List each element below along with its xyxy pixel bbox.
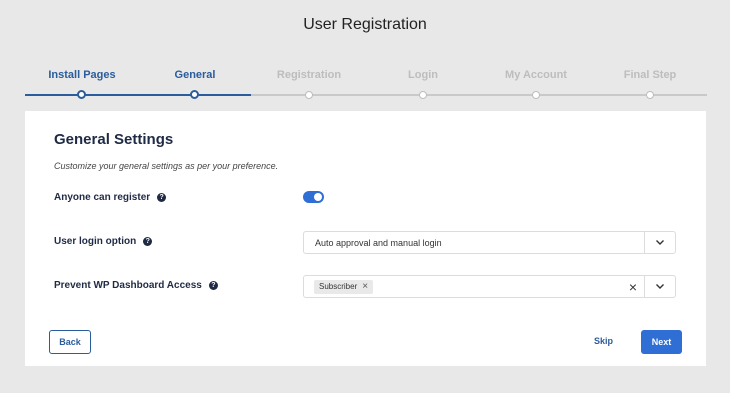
login-option-select[interactable]: Auto approval and manual login	[303, 231, 676, 254]
anyone-can-register-row: Anyone can register ?	[54, 192, 167, 203]
stepper-line-completed	[25, 94, 251, 96]
login-option-label: User login option	[54, 236, 137, 247]
step-login[interactable]: Login	[363, 68, 483, 99]
step-registration[interactable]: Registration	[249, 68, 369, 99]
anyone-can-register-label: Anyone can register	[54, 192, 151, 203]
step-label: Install Pages	[48, 69, 116, 81]
settings-card: General Settings Customize your general …	[25, 111, 706, 366]
prevent-dashboard-label: Prevent WP Dashboard Access	[54, 280, 202, 291]
step-dot	[305, 91, 313, 99]
step-dot	[419, 91, 427, 99]
step-general[interactable]: General	[135, 68, 255, 99]
step-my-account[interactable]: My Account	[476, 68, 596, 99]
role-tag: Subscriber ×	[314, 279, 374, 294]
card-title: General Settings	[54, 131, 174, 148]
page-title: User Registration	[303, 16, 427, 33]
help-icon[interactable]: ?	[208, 281, 218, 290]
login-option-value: Auto approval and manual login	[315, 237, 442, 248]
prevent-dashboard-row: Prevent WP Dashboard Access ?	[54, 280, 218, 291]
chevron-down-icon[interactable]	[644, 276, 675, 297]
help-icon[interactable]: ?	[157, 193, 167, 202]
skip-button[interactable]: Skip	[594, 336, 613, 346]
stepper-line-remaining	[251, 94, 707, 96]
step-label: Registration	[276, 69, 342, 81]
step-label: Final Step	[623, 69, 677, 81]
anyone-can-register-toggle[interactable]	[303, 191, 324, 203]
login-option-row: User login option ?	[54, 236, 153, 247]
step-final-step[interactable]: Final Step	[590, 68, 710, 99]
card-subtitle: Customize your general settings as per y…	[54, 161, 279, 171]
step-dot	[77, 90, 86, 99]
next-button[interactable]: Next	[641, 330, 682, 354]
step-dot	[190, 90, 199, 99]
prevent-dashboard-multiselect[interactable]: Subscriber × ×	[303, 275, 676, 298]
close-icon[interactable]: ×	[362, 281, 368, 292]
chevron-down-icon[interactable]	[644, 232, 675, 253]
step-dot	[646, 91, 654, 99]
step-label: General	[174, 69, 216, 81]
role-tag-label: Subscriber	[319, 282, 358, 291]
step-label: My Account	[505, 69, 567, 81]
back-button[interactable]: Back	[49, 330, 91, 354]
help-icon[interactable]: ?	[143, 237, 153, 246]
toggle-knob	[314, 193, 322, 201]
step-label: Login	[408, 69, 438, 81]
step-dot	[532, 91, 540, 99]
progress-stepper: Install Pages General Registration Login…	[25, 68, 707, 104]
clear-icon[interactable]: ×	[622, 279, 644, 295]
step-install-pages[interactable]: Install Pages	[22, 68, 142, 99]
